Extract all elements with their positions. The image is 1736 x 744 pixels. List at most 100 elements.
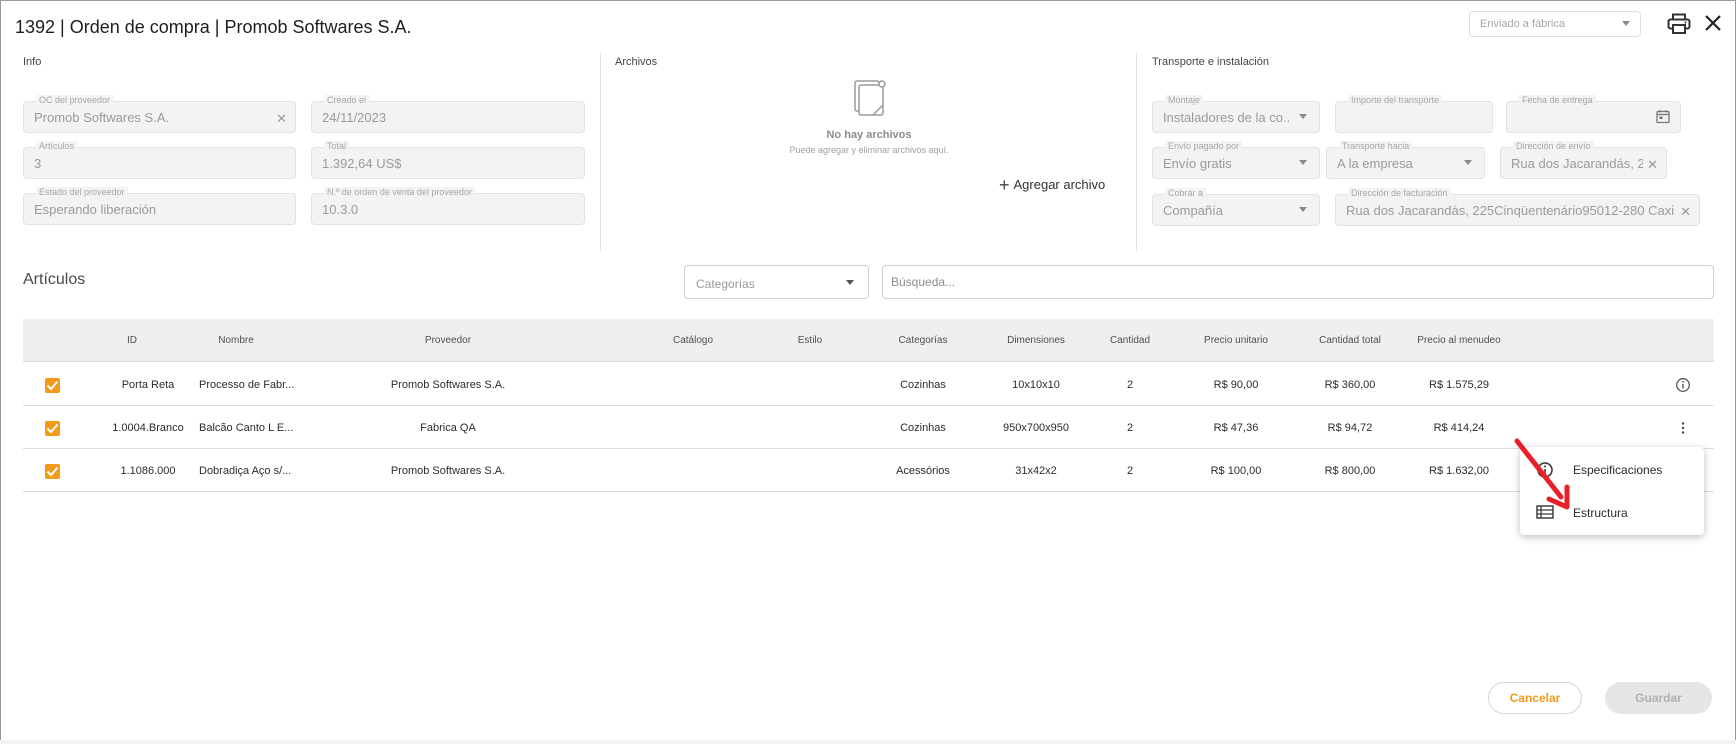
row-checkbox[interactable]: [45, 464, 60, 479]
column-header-supplier[interactable]: Proveedor: [403, 335, 493, 346]
save-button[interactable]: Guardar: [1605, 682, 1712, 714]
info-icon[interactable]: [1675, 377, 1691, 393]
field-label: Creado el: [324, 95, 370, 106]
cell-name: Processo de Fabr...: [199, 379, 295, 391]
cell-quantity: 2: [1126, 465, 1134, 477]
field-label: Cobrar a: [1165, 188, 1207, 199]
field-label: Montaje: [1165, 95, 1204, 106]
column-header-name[interactable]: Nombre: [201, 335, 271, 346]
field-value: A la empresa: [1337, 156, 1413, 171]
status-select-placeholder: Enviado a fábrica: [1480, 18, 1565, 30]
field-value: 10.3.0: [322, 202, 359, 217]
cell-category: Cozinhas: [900, 422, 946, 434]
delivery-date-input[interactable]: Fecha de entrega: [1506, 95, 1681, 133]
chevron-down-icon: [1299, 207, 1307, 212]
background-strip: [0, 740, 1736, 744]
column-header-total-quantity[interactable]: Cantidad total: [1296, 335, 1404, 346]
field-label: Dirección de facturación: [1348, 188, 1451, 199]
field-label: Dirección de envío: [1513, 141, 1594, 152]
files-empty-subtitle: Puede agregar y eliminar archivos aquí.: [789, 145, 949, 155]
cell-name: Balcão Canto L E...: [199, 422, 294, 434]
chevron-down-icon: [1464, 160, 1472, 165]
files-empty-title: No hay archivos: [826, 129, 912, 141]
file-icon: [854, 80, 886, 116]
clear-icon[interactable]: ✕: [1680, 204, 1691, 220]
field-label: Total: [324, 141, 350, 152]
field-label: OC del proveedor: [36, 95, 114, 106]
cancel-button[interactable]: Cancelar: [1488, 682, 1582, 714]
chevron-down-icon: [846, 280, 854, 285]
close-icon[interactable]: [1703, 13, 1725, 35]
cell-supplier: Fabrica QA: [420, 422, 476, 434]
row-checkbox[interactable]: [45, 421, 60, 436]
column-header-retail-price[interactable]: Precio al menudeo: [1404, 335, 1514, 346]
charge-to-select[interactable]: Cobrar a Compañía: [1152, 188, 1320, 226]
field-value: 3: [34, 156, 42, 171]
chevron-down-icon: [1299, 160, 1307, 165]
billing-address-field[interactable]: Dirección de facturación Rua dos Jacaran…: [1335, 188, 1700, 226]
cell-quantity: 2: [1126, 422, 1134, 434]
cell-id: Porta Reta: [121, 379, 175, 391]
field-value: Envío gratis: [1163, 156, 1232, 171]
transport-section-label: Transporte e instalación: [1152, 56, 1269, 68]
supplier-sales-order-field[interactable]: N.º de orden de venta del proveedor 10.3…: [311, 187, 585, 225]
field-label: Envío pagado por: [1165, 141, 1243, 152]
page-title: 1392 | Orden de compra | Promob Software…: [15, 17, 412, 37]
shipping-address-field[interactable]: Dirección de envío Rua dos Jacarandás, 2…: [1500, 141, 1667, 179]
categories-select[interactable]: Categorías: [684, 265, 869, 299]
divider: [1136, 53, 1137, 251]
field-label: Transporte hacia: [1339, 141, 1413, 152]
row-checkbox[interactable]: [45, 378, 60, 393]
categories-placeholder: Categorías: [696, 277, 755, 291]
field-value: Promob Softwares S.A.: [34, 110, 170, 125]
supplier-status-field: Estado del proveedor Esperando liberació…: [23, 187, 296, 225]
column-header-unit-price[interactable]: Precio unitario: [1182, 335, 1290, 346]
field-label: Importe del transporte: [1348, 95, 1443, 106]
cell-total-quantity: R$ 800,00: [1324, 465, 1376, 477]
shipping-paid-by-select[interactable]: Envío pagado por Envío gratis: [1152, 141, 1320, 179]
chevron-down-icon: [1622, 21, 1630, 26]
column-header-style[interactable]: Estilo: [780, 335, 840, 346]
add-file-button[interactable]: + Agregar archivo: [999, 175, 1105, 196]
cell-name: Dobradiça Aço s/...: [199, 465, 292, 477]
field-value: 1.392,64 US$: [322, 156, 402, 171]
print-icon[interactable]: [1667, 13, 1693, 37]
column-header-dimensions[interactable]: Dimensiones: [990, 335, 1082, 346]
total-field: Total 1.392,64 US$: [311, 141, 585, 179]
menu-item-label: Especificaciones: [1573, 463, 1663, 477]
cell-quantity: 2: [1126, 379, 1134, 391]
annotation-arrow-icon: [1514, 438, 1570, 510]
table-row[interactable]: Porta Reta Processo de Fabr... Promob So…: [23, 363, 1714, 406]
assembly-select[interactable]: Montaje Instaladores de la co...: [1152, 95, 1320, 133]
column-header-categories[interactable]: Categorías: [885, 335, 961, 346]
more-vert-icon[interactable]: [1675, 420, 1691, 436]
table-row[interactable]: 1.1086.000 Dobradiça Aço s/... Promob So…: [23, 449, 1714, 492]
cell-unit-price: R$ 100,00: [1210, 465, 1262, 477]
field-label: Estado del proveedor: [36, 187, 128, 198]
cell-category: Acessórios: [896, 465, 950, 477]
clear-icon[interactable]: ✕: [276, 111, 287, 127]
calendar-icon[interactable]: [1656, 109, 1670, 124]
created-date-field: Creado el 24/11/2023: [311, 95, 585, 133]
field-value: Compañía: [1163, 203, 1223, 218]
supplier-po-field[interactable]: OC del proveedor Promob Softwares S.A. ✕: [23, 95, 296, 133]
cell-retail-price: R$ 414,24: [1433, 422, 1485, 434]
cell-total-quantity: R$ 94,72: [1327, 422, 1373, 434]
cell-unit-price: R$ 47,36: [1213, 422, 1259, 434]
column-header-catalog[interactable]: Catálogo: [658, 335, 728, 346]
column-header-id[interactable]: ID: [111, 335, 153, 346]
transport-amount-input[interactable]: Importe del transporte: [1335, 95, 1493, 133]
column-header-quantity[interactable]: Cantidad: [1101, 335, 1159, 346]
transport-to-select[interactable]: Transporte hacia A la empresa: [1326, 141, 1485, 179]
search-input[interactable]: [882, 265, 1714, 299]
cell-retail-price: R$ 1.575,29: [1429, 379, 1489, 391]
chevron-down-icon: [1299, 114, 1307, 119]
cell-id: 1.0004.Branco: [112, 422, 184, 434]
status-select[interactable]: Enviado a fábrica: [1469, 11, 1641, 37]
table-row[interactable]: 1.0004.Branco Balcão Canto L E... Fabric…: [23, 406, 1714, 449]
field-label: N.º de orden de venta del proveedor: [324, 187, 475, 198]
plus-icon: +: [999, 175, 1010, 195]
divider: [600, 53, 601, 251]
clear-icon[interactable]: ✕: [1647, 157, 1658, 173]
field-value: Esperando liberación: [34, 202, 157, 217]
